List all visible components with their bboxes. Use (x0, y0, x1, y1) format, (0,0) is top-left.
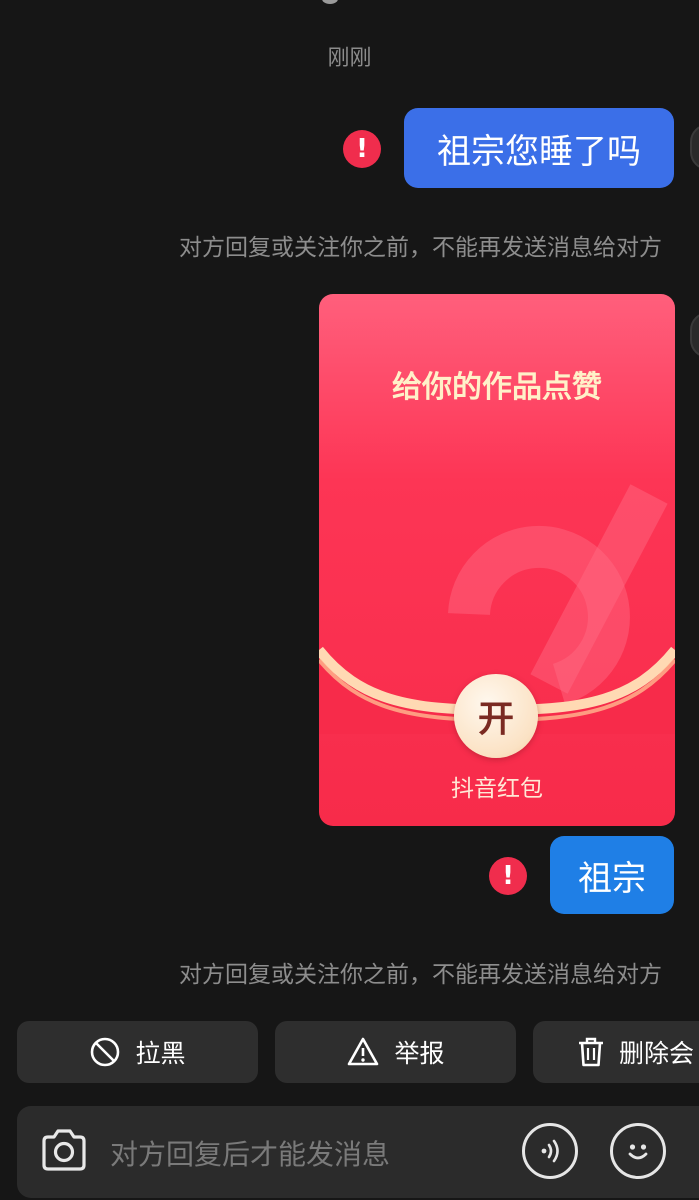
warning-icon (346, 1036, 380, 1068)
message-timestamp: 刚刚 (327, 46, 372, 71)
delete-conversation-button[interactable]: 删除会 (533, 1021, 699, 1083)
send-failed-icon[interactable]: ! (343, 130, 381, 168)
avatar[interactable] (690, 312, 699, 358)
system-notice: 对方回复或关注你之前，不能再发送消息给对方 (179, 235, 662, 261)
report-label: 举报 (394, 1039, 445, 1068)
message-text: 祖宗您睡了吗 (437, 131, 641, 172)
block-button[interactable]: 拉黑 (17, 1021, 258, 1083)
chat-screen: 刚刚 ! 祖宗您睡了吗 对方回复或关注你之前，不能再发送消息给对方 给你的作品点… (0, 0, 699, 1200)
message-bubble[interactable]: 祖宗 (550, 836, 674, 914)
avatar[interactable] (690, 124, 699, 170)
send-failed-mark: ! (356, 134, 368, 164)
open-envelope-label: 开 (477, 699, 514, 740)
camera-icon[interactable] (34, 1121, 94, 1181)
red-envelope-card[interactable]: 给你的作品点赞 开 抖音红包 (319, 294, 675, 826)
red-envelope-title: 给你的作品点赞 (392, 370, 602, 405)
message-input-placeholder[interactable]: 对方回复后才能发消息 (110, 1133, 390, 1173)
block-icon (89, 1036, 121, 1068)
system-notice: 对方回复或关注你之前，不能再发送消息给对方 (179, 962, 662, 988)
red-envelope-brand: 抖音红包 (451, 776, 543, 802)
block-label: 拉黑 (135, 1039, 186, 1068)
status-dot (322, 0, 338, 4)
send-failed-icon[interactable]: ! (489, 857, 527, 895)
trash-icon (577, 1036, 605, 1068)
send-failed-mark: ! (502, 861, 514, 891)
open-envelope-button[interactable]: 开 (454, 674, 538, 758)
message-bubble[interactable]: 祖宗您睡了吗 (404, 108, 674, 188)
emoji-icon[interactable] (610, 1123, 666, 1179)
delete-label: 删除会 (619, 1039, 695, 1068)
message-text: 祖宗 (578, 858, 646, 899)
voice-icon[interactable] (522, 1123, 578, 1179)
report-button[interactable]: 举报 (275, 1021, 516, 1083)
